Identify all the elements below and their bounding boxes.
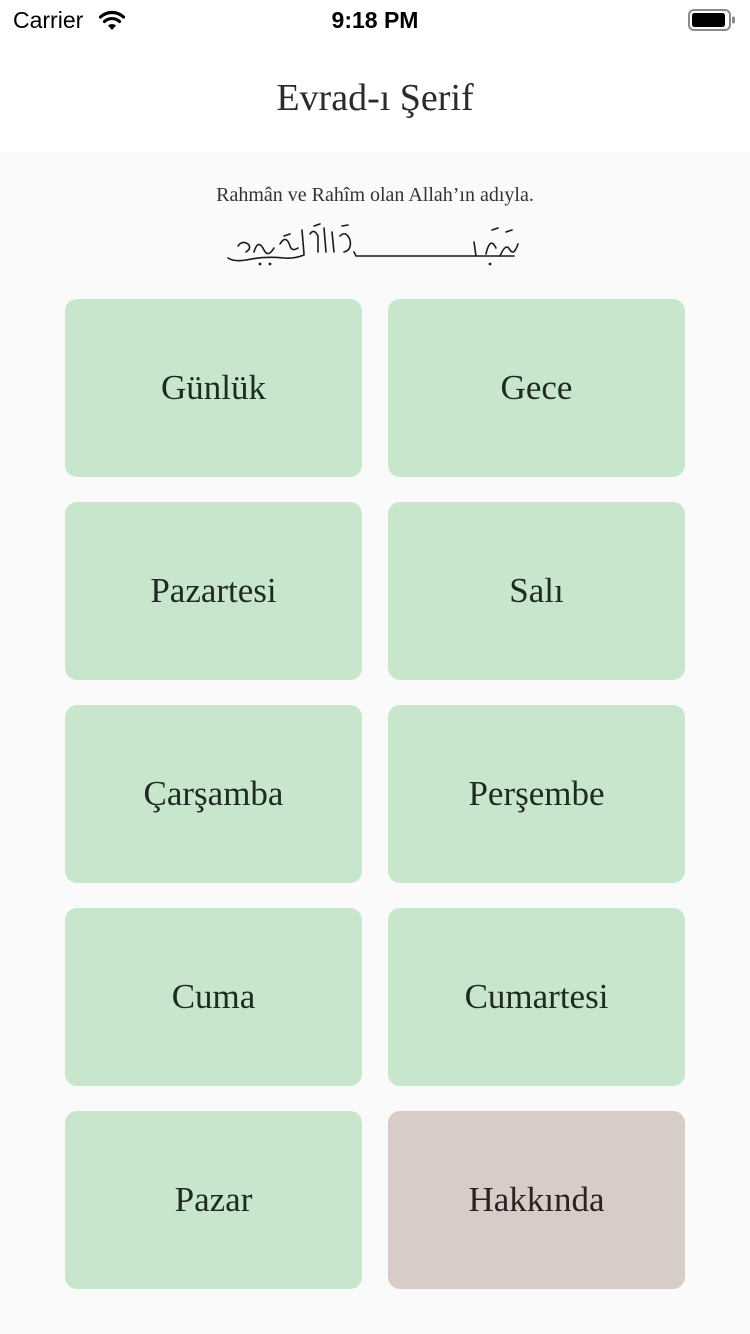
besmele-calligraphy-icon [227, 223, 519, 266]
besmele-header: Rahmân ve Rahîm olan Allah’ın adıyla. [0, 152, 750, 292]
cuma-button[interactable]: Cuma [65, 908, 362, 1086]
gunluk-button[interactable]: Günlük [65, 299, 362, 477]
pazartesi-button[interactable]: Pazartesi [65, 502, 362, 680]
carsamba-button[interactable]: Çarşamba [65, 705, 362, 883]
hakkinda-button[interactable]: Hakkında [388, 1111, 685, 1289]
sali-button[interactable]: Salı [388, 502, 685, 680]
cumartesi-button[interactable]: Cumartesi [388, 908, 685, 1086]
besmele-translation: Rahmân ve Rahîm olan Allah’ın adıyla. [216, 184, 534, 206]
pazar-button[interactable]: Pazar [65, 1111, 362, 1289]
status-time: 9:18 PM [331, 7, 419, 33]
persembe-button[interactable]: Perşembe [388, 705, 685, 883]
navigation-bar: Evrad-ı Şerif [0, 40, 750, 152]
page-title: Evrad-ı Şerif [276, 77, 474, 119]
status-bar: Carrier 9:18 PM [0, 0, 750, 40]
battery-icon [688, 9, 735, 31]
gece-button[interactable]: Gece [388, 299, 685, 477]
